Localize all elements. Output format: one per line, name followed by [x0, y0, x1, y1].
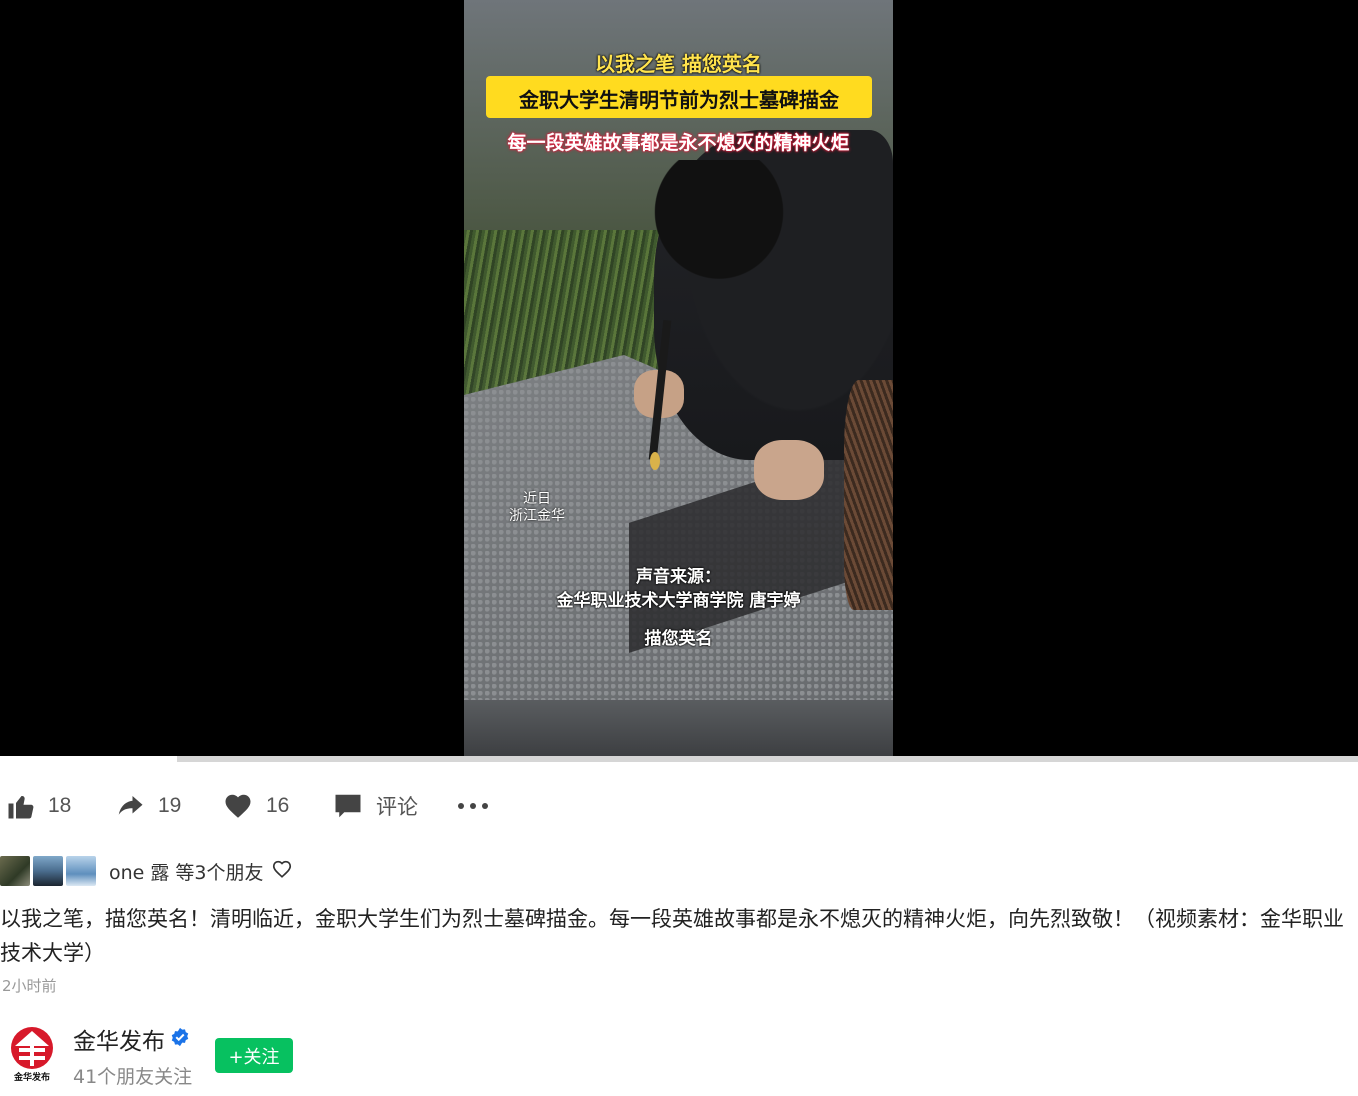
video-location-line1: 近日: [523, 491, 551, 507]
favorite-button[interactable]: 16: [222, 786, 289, 826]
video-source-line1: 声音来源：: [636, 567, 721, 587]
favorite-count: 16: [266, 794, 290, 817]
friend-avatar[interactable]: [66, 856, 96, 886]
video-progress-fill: [0, 756, 177, 762]
video-caption-title: 金职大学生清明节前为烈士墓碑描金: [519, 88, 839, 112]
video-source: 声音来源： 金华职业技术大学商学院 唐宇婷: [464, 565, 893, 613]
post-description: 以我之笔，描您英名！清明临近，金职大学生们为烈士墓碑描金。每一段英雄故事都是永不…: [0, 907, 1344, 965]
comment-bubble-icon: [332, 791, 364, 821]
thumbs-up-icon: [6, 791, 36, 821]
video-player[interactable]: 以我之笔 描您英名 金职大学生清明节前为烈士墓碑描金 每一段英雄故事都是永不熄灭…: [0, 0, 1358, 762]
more-button[interactable]: [456, 786, 490, 826]
heart-outline-icon: [270, 858, 294, 884]
author-followers: 41个朋友关注: [73, 1066, 193, 1088]
author-name[interactable]: 金华发布: [73, 1022, 165, 1056]
post-time: 2小时前: [2, 977, 57, 995]
author-logo[interactable]: 金华发布: [9, 1026, 55, 1084]
video-caption-slogan: 每一段英雄故事都是永不熄灭的精神火炬: [507, 132, 850, 154]
video-location: 近日 浙江金华: [502, 491, 572, 525]
action-bar: 18 19 16 评论: [0, 786, 600, 826]
video-caption-title-box: 金职大学生清明节前为烈士墓碑描金: [486, 76, 872, 118]
like-count: 18: [48, 794, 72, 817]
video-hand: [754, 440, 824, 500]
video-frame-bottom: [464, 700, 893, 756]
author-name-row: 金华发布: [73, 1022, 190, 1056]
verified-badge-icon: [170, 1027, 190, 1051]
comment-label: 评论: [376, 796, 418, 819]
friend-avatar[interactable]: [33, 856, 63, 886]
video-caption-top: 以我之笔 描您英名: [595, 52, 762, 76]
heart-icon: [222, 791, 254, 821]
share-arrow-icon: [114, 791, 146, 821]
video-source-line2: 金华职业技术大学商学院 唐宇婷: [556, 591, 801, 611]
video-brush-tip: [650, 452, 660, 470]
share-button[interactable]: 19: [114, 786, 181, 826]
video-frame: 以我之笔 描您英名 金职大学生清明节前为烈士墓碑描金 每一段英雄故事都是永不熄灭…: [464, 0, 893, 700]
video-location-line2: 浙江金华: [509, 508, 565, 524]
friends-row[interactable]: one 露 等3个朋友: [0, 856, 294, 886]
more-dots-icon: [456, 800, 490, 812]
video-progress-bar[interactable]: [0, 756, 1358, 762]
like-button[interactable]: 18: [6, 786, 71, 826]
video-person-head: [644, 160, 794, 290]
friends-text: one 露 等3个朋友: [109, 861, 264, 884]
friend-avatar[interactable]: [0, 856, 30, 886]
comment-button[interactable]: 评论: [332, 786, 418, 826]
follow-button[interactable]: +关注: [215, 1038, 293, 1073]
share-count: 19: [158, 794, 182, 817]
video-subtitle: 描您英名: [644, 629, 713, 649]
author-logo-text: 金华发布: [13, 1071, 50, 1083]
